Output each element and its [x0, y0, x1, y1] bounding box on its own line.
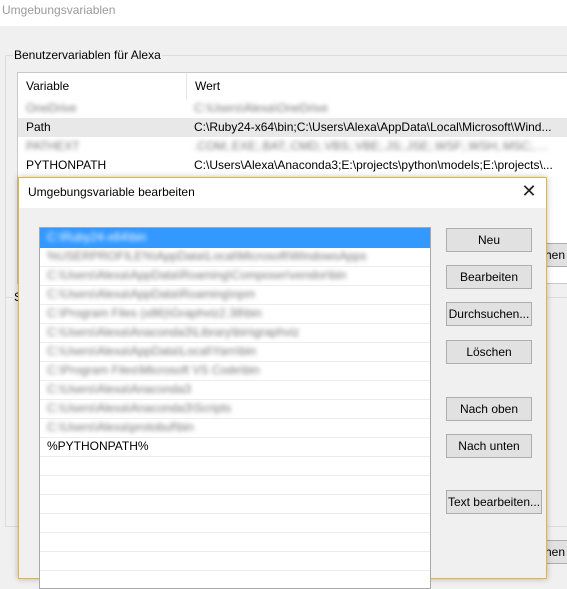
delete-button[interactable]: Löschen — [446, 340, 532, 364]
list-item-text: C:\Users\Alexa\AppData\Roaming\Composer\… — [47, 268, 347, 282]
list-item-text — [40, 553, 47, 567]
table-cell-variable: PATHEXT — [26, 139, 80, 153]
list-item-text — [40, 458, 47, 472]
list-item-text: C:\Users\Alexa\AppData\Local\Yarn\bin — [47, 344, 257, 358]
table-cell-value: C:\Ruby24-x64\bin;C:\Users\Alexa\AppData… — [194, 120, 552, 134]
list-item-text: C:\Users\Alexa\Anaconda3\Scripts — [47, 401, 232, 415]
list-item[interactable]: C:\Users\Alexa\AppData\Roaming\npm — [40, 285, 430, 305]
list-item-text — [40, 534, 47, 548]
list-item[interactable] — [40, 475, 430, 495]
list-item-text — [40, 496, 47, 510]
table-cell-variable: OneDrive — [26, 101, 77, 115]
list-item[interactable]: C:\Program Files\Microsoft VS Code\bin — [40, 361, 430, 381]
edit-text-button[interactable]: Text bearbeiten... — [446, 490, 542, 514]
table-row[interactable]: PATHEXT .COM;.EXE;.BAT;.CMD;.VBS;.VBE;.J… — [18, 137, 567, 156]
table-row[interactable]: PYTHONPATH C:\Users\Alexa\Anaconda3;E:\p… — [18, 156, 567, 175]
close-icon[interactable]: ✕ — [512, 178, 546, 206]
table-cell-value: C:\Users\Alexa\OneDrive — [194, 101, 329, 115]
edit-environment-variable-dialog: Umgebungsvariable bearbeiten ✕ C:\Ruby24… — [18, 177, 547, 589]
list-item-text: C:\Users\Alexa\Anaconda3 — [47, 382, 192, 396]
list-item[interactable]: C:\Users\Alexa\Anaconda3\Scripts — [40, 399, 430, 419]
column-header-value[interactable]: Wert — [187, 73, 567, 99]
move-up-button[interactable]: Nach oben — [446, 397, 532, 421]
list-item[interactable]: C:\Users\Alexa\Anaconda3\Library\bin\gra… — [40, 323, 430, 343]
list-item-text: C:\Users\Alexa\Anaconda3\Library\bin\gra… — [47, 325, 300, 339]
table-row-selected[interactable]: Path C:\Ruby24-x64\bin;C:\Users\Alexa\Ap… — [18, 118, 567, 137]
new-button[interactable]: Neu — [446, 228, 532, 252]
list-item[interactable]: C:\Users\Alexa\Anaconda3 — [40, 380, 430, 400]
list-item[interactable]: C:\Users\Alexa\AppData\Local\Yarn\bin — [40, 342, 430, 362]
edit-button[interactable]: Bearbeiten — [446, 265, 532, 289]
list-item[interactable] — [40, 513, 430, 533]
list-item[interactable] — [40, 456, 430, 476]
list-item-text: C:\Program Files (x86)\Graphviz2.38\bin — [47, 306, 262, 320]
list-item[interactable] — [40, 532, 430, 552]
list-item[interactable]: %PYTHONPATH% — [40, 437, 430, 457]
table-cell-variable: PYTHONPATH — [26, 158, 107, 172]
column-header-variable[interactable]: Variable — [18, 73, 187, 99]
list-item[interactable]: C:\Program Files (x86)\Graphviz2.38\bin — [40, 304, 430, 324]
list-item[interactable] — [40, 551, 430, 571]
list-item[interactable]: C:\Users\Alexa\AppData\Roaming\Composer\… — [40, 266, 430, 286]
list-item-text: %USERPROFILE%\AppData\Local\Microsoft\Wi… — [47, 249, 367, 263]
table-row[interactable]: OneDrive C:\Users\Alexa\OneDrive — [18, 99, 567, 118]
background-window-title: Umgebungsvariablen — [2, 3, 116, 17]
list-item[interactable] — [40, 494, 430, 514]
list-item-text: %PYTHONPATH% — [47, 439, 149, 453]
list-item[interactable]: %USERPROFILE%\AppData\Local\Microsoft\Wi… — [40, 247, 430, 267]
browse-button[interactable]: Durchsuchen... — [446, 302, 532, 326]
list-item-text: C:\Program Files\Microsoft VS Code\bin — [47, 363, 260, 377]
list-item-text: C:\Ruby24-x64\bin — [47, 230, 147, 244]
list-item-text: C:\Users\Alexa\AppData\Roaming\npm — [47, 287, 256, 301]
table-cell-value: .COM;.EXE;.BAT;.CMD;.VBS;.VBE;.JS;.JSE;.… — [194, 139, 556, 153]
list-item-selected[interactable]: C:\Ruby24-x64\bin — [40, 228, 430, 248]
move-down-button[interactable]: Nach unten — [446, 434, 532, 458]
user-variables-group-label: Benutzervariablen für Alexa — [13, 48, 162, 62]
list-item-text — [40, 515, 47, 529]
path-entries-list[interactable]: C:\Ruby24-x64\bin %USERPROFILE%\AppData\L… — [39, 227, 431, 589]
list-item-text — [40, 477, 47, 491]
table-cell-variable: Path — [26, 120, 51, 134]
table-cell-value: C:\Users\Alexa\Anaconda3;E:\projects\pyt… — [194, 158, 553, 172]
dialog-title: Umgebungsvariable bearbeiten — [28, 185, 195, 199]
list-item[interactable]: C:\Users\Alexa\protobuf\bin — [40, 418, 430, 438]
list-item-text: C:\Users\Alexa\protobuf\bin — [47, 420, 194, 434]
dialog-titlebar: Umgebungsvariable bearbeiten ✕ — [19, 178, 546, 208]
